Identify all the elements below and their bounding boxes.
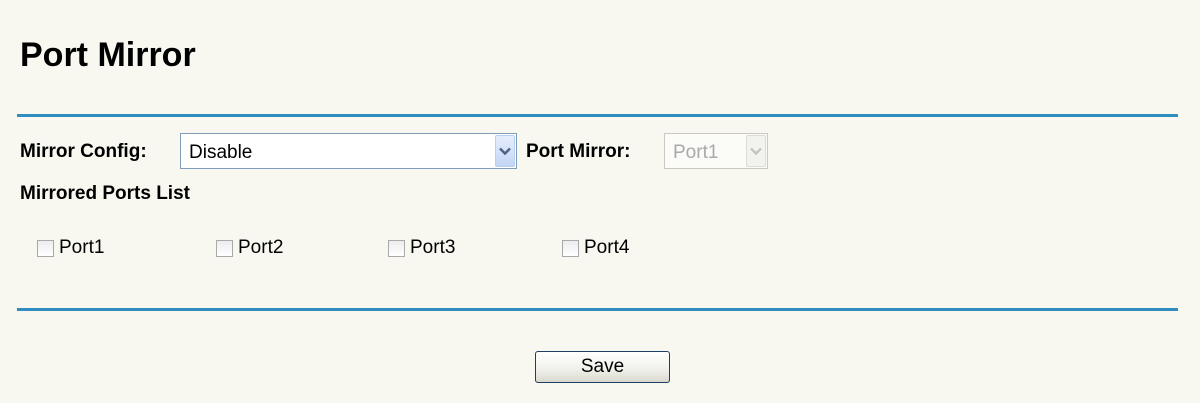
mirror-config-label: Mirror Config: — [20, 141, 147, 162]
mirror-config-select[interactable]: Disable — [180, 133, 517, 169]
port2-label: Port2 — [238, 237, 284, 258]
port3-checkbox[interactable] — [388, 239, 405, 257]
top-divider — [17, 114, 1178, 117]
port-mirror-label: Port Mirror: — [526, 141, 631, 162]
mirrored-ports-list-label: Mirrored Ports List — [20, 183, 190, 204]
port2-checkbox-item[interactable]: Port2 — [216, 237, 283, 259]
port1-checkbox-item[interactable]: Port1 — [37, 237, 104, 259]
port4-checkbox[interactable] — [562, 239, 579, 257]
port-mirror-value: Port1 — [673, 142, 719, 163]
page-title: Port Mirror — [20, 36, 196, 74]
port1-label: Port1 — [59, 237, 105, 258]
port-mirror-page: Port Mirror Mirror Config: Disable Port … — [0, 0, 1200, 403]
bottom-divider — [17, 308, 1178, 311]
chevron-down-icon[interactable] — [495, 135, 515, 167]
port1-checkbox[interactable] — [37, 239, 54, 257]
mirror-config-value: Disable — [189, 142, 253, 163]
chevron-down-icon[interactable] — [746, 135, 766, 167]
port-mirror-select[interactable]: Port1 — [664, 133, 768, 169]
port3-checkbox-item[interactable]: Port3 — [388, 237, 455, 259]
port4-label: Port4 — [584, 237, 630, 258]
port2-checkbox[interactable] — [216, 239, 233, 257]
save-button[interactable]: Save — [535, 351, 670, 383]
port3-label: Port3 — [410, 237, 456, 258]
port4-checkbox-item[interactable]: Port4 — [562, 237, 629, 259]
